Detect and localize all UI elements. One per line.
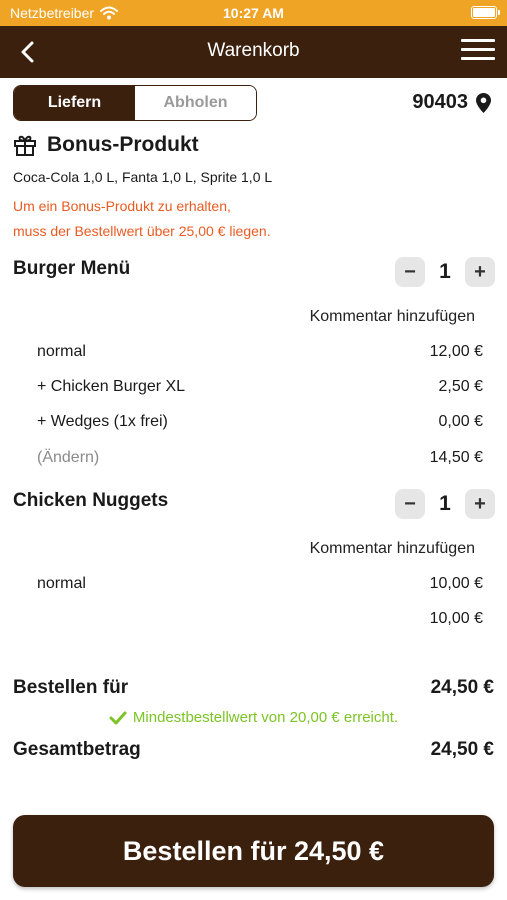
checkmark-icon [109,711,127,724]
cart-line: (Ändern) 14,50 € [37,449,483,467]
bonus-title: Bonus-Produkt [47,133,199,156]
cart-line: normal 12,00 € [37,343,483,361]
decrease-quantity-button[interactable]: − [395,489,425,519]
line-price: 2,50 € [438,378,483,395]
location-pin-icon [476,92,491,113]
tab-abholen[interactable]: Abholen [135,86,256,120]
nav-bar: Warenkorb [0,26,507,78]
order-for-label: Bestellen für [13,677,129,698]
increase-quantity-button[interactable]: + [465,489,495,519]
bonus-requirement-note: Um ein Bonus-Produkt zu erhalten, muss d… [13,194,271,244]
order-for-value: 24,50 € [430,677,494,698]
cart-line: 10,00 € [37,610,483,628]
tab-liefern[interactable]: Liefern [14,86,135,120]
quantity-value: 1 [439,260,451,283]
line-price: 0,00 € [438,413,483,430]
min-order-text: Mindestbestellwert von 20,00 € erreicht. [132,709,399,726]
min-order-message: Mindestbestellwert von 20,00 € erreicht. [0,709,507,726]
line-price: 12,00 € [429,343,483,360]
line-label: + Wedges (1x frei) [37,413,168,430]
bonus-product-list: Coca-Cola 1,0 L, Fanta 1,0 L, Sprite 1,0… [13,169,273,185]
bonus-note-line-2: muss der Bestellwert über 25,00 € liegen… [13,223,271,239]
change-link[interactable]: (Ändern) [37,449,99,467]
status-bar: Netzbetreiber 10:27 AM [0,0,507,26]
zip-code-selector[interactable]: 90403 [412,91,491,114]
quantity-stepper: − 1 + [395,257,495,287]
battery-icon [471,6,500,19]
order-for-row: Bestellen für 24,50 € [13,677,494,699]
line-subtotal: 10,00 € [429,610,483,627]
cart-line: + Wedges (1x frei) 0,00 € [37,413,483,431]
line-subtotal: 14,50 € [429,449,483,466]
total-label: Gesamtbetrag [13,739,141,760]
increase-quantity-button[interactable]: + [465,257,495,287]
delivery-mode-toggle: Liefern Abholen [13,85,257,121]
decrease-quantity-button[interactable]: − [395,257,425,287]
zip-code: 90403 [412,91,468,113]
hamburger-menu-icon[interactable] [461,39,495,65]
line-label: normal [37,343,86,360]
cart-line: + Chicken Burger XL 2,50 € [37,378,483,396]
bonus-note-line-1: Um ein Bonus-Produkt zu erhalten, [13,198,231,214]
bonus-product-header: Bonus-Produkt [13,133,199,157]
quantity-stepper: − 1 + [395,489,495,519]
cart-line: normal 10,00 € [37,575,483,593]
quantity-value: 1 [439,492,451,515]
line-price: 10,00 € [429,575,483,592]
total-value: 24,50 € [430,739,494,760]
add-comment-link[interactable]: Kommentar hinzufügen [310,540,475,558]
line-label: + Chicken Burger XL [37,378,186,395]
add-comment-link[interactable]: Kommentar hinzufügen [310,308,475,326]
status-time: 10:27 AM [223,5,284,21]
line-label: normal [37,575,86,592]
place-order-button[interactable]: Bestellen für 24,50 € [13,815,494,887]
page-title: Warenkorb [207,40,300,61]
cart-item-name: Burger Menü [13,258,131,279]
gift-icon [14,135,36,156]
total-row: Gesamtbetrag 24,50 € [13,739,494,761]
cart-item-name: Chicken Nuggets [13,490,169,511]
